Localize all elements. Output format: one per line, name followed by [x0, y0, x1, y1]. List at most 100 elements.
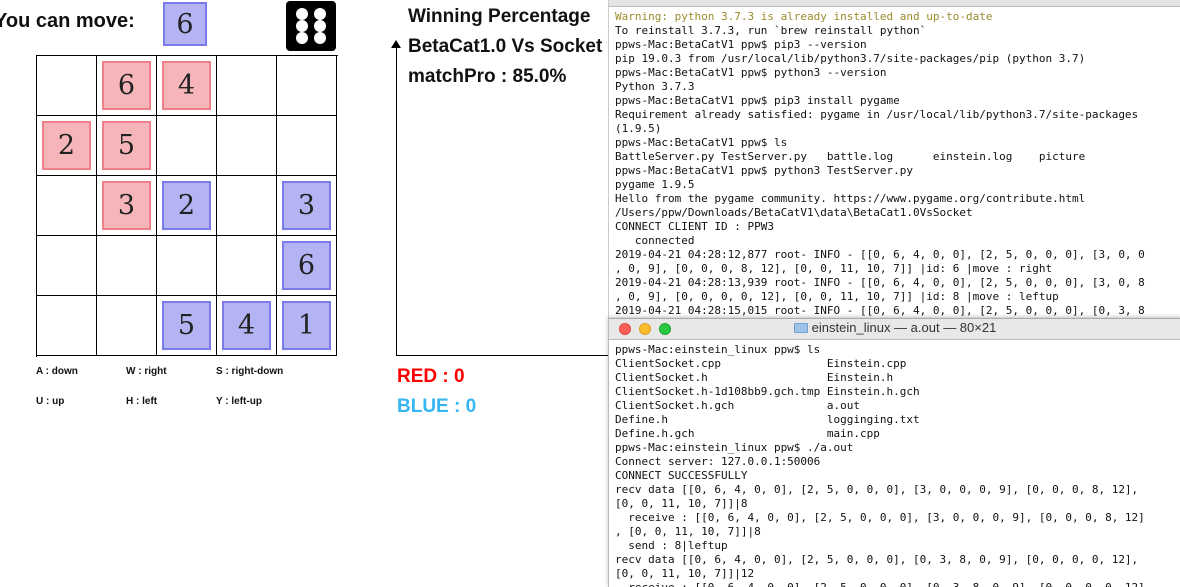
match-title: BetaCat1.0 Vs Socket	[408, 36, 603, 57]
blue-piece[interactable]: 1	[282, 301, 331, 350]
red-piece[interactable]: 6	[102, 61, 151, 110]
board-cell[interactable]	[217, 176, 277, 236]
board-cell[interactable]	[97, 296, 157, 356]
terminal-line: ClientSocket.h.gch a.out	[615, 399, 861, 412]
key-left: H : left	[126, 396, 158, 407]
board-cell[interactable]	[277, 116, 337, 176]
board-cell[interactable]: 2	[37, 116, 97, 176]
board-cell[interactable]	[217, 56, 277, 116]
blue-piece[interactable]: 5	[162, 301, 211, 350]
movable-piece[interactable]: 6	[163, 2, 207, 46]
window-title-text: einstein_linux — a.out — 80×21	[811, 320, 997, 335]
board-cell[interactable]: 5	[97, 116, 157, 176]
terminal-titlebar[interactable]	[609, 0, 1180, 7]
terminal-line: ppws-Mac:BetaCatV1 ppw$ python3 --versio…	[615, 66, 887, 79]
blue-piece[interactable]: 2	[162, 181, 211, 230]
terminal-line: Warning: python 3.7.3 is already install…	[615, 10, 993, 23]
terminal-line: receive : [[0, 6, 4, 0, 0], [2, 5, 0, 0,…	[615, 581, 1175, 587]
terminal-window-client[interactable]: einstein_linux — a.out — 80×21 ppws-Mac:…	[608, 318, 1180, 587]
terminal-line: CONNECT SUCCESSFULLY	[615, 469, 748, 482]
board-cell[interactable]	[97, 236, 157, 296]
terminal-line: recv data [[0, 6, 4, 0, 0], [2, 5, 0, 0,…	[615, 483, 1139, 496]
terminal-line: recv data [[0, 6, 4, 0, 0], [2, 5, 0, 0,…	[615, 553, 1139, 566]
game-board[interactable]: 64253236541	[36, 55, 338, 357]
board-cell[interactable]	[37, 296, 97, 356]
terminal-line: Connect server: 127.0.0.1:50006	[615, 455, 821, 468]
terminal-line: Define.h.gch main.cpp	[615, 427, 880, 440]
red-piece[interactable]: 3	[102, 181, 151, 230]
red-piece[interactable]: 4	[162, 61, 211, 110]
terminal-line: ClientSocket.cpp Einstein.cpp	[615, 357, 907, 370]
you-can-move-label: You can move:	[0, 10, 135, 32]
terminal-line: CONNECT CLIENT ID : PPW3	[615, 220, 774, 233]
match-pro: matchPro : 85.0%	[408, 66, 567, 87]
terminal-line: ClientSocket.h Einstein.h	[615, 371, 894, 384]
folder-icon	[793, 323, 808, 333]
red-piece[interactable]: 2	[42, 121, 91, 170]
x-axis	[396, 355, 608, 356]
terminal-line: BattleServer.py TestServer.py battle.log…	[615, 150, 1086, 163]
winning-percentage-title: Winning Percentage	[408, 6, 591, 27]
terminal-line: Requirement already satisfied: pygame in…	[615, 108, 1139, 121]
key-up: U : up	[36, 396, 65, 407]
key-right: W : right	[126, 366, 167, 377]
blue-piece[interactable]: 4	[222, 301, 271, 350]
board-cell[interactable]: 4	[217, 296, 277, 356]
terminal-line: Define.h logginging.txt	[615, 413, 920, 426]
terminal-line: To reinstall 3.7.3, run `brew reinstall …	[615, 24, 927, 37]
terminal-line: [0, 0, 11, 10, 7]]|12	[615, 567, 755, 580]
blue-score: BLUE : 0	[397, 396, 477, 417]
terminal-line: Python 3.7.3	[615, 80, 695, 93]
board-cell[interactable]	[277, 56, 337, 116]
terminal-line: , [0, 0, 11, 10, 7]]|8	[615, 525, 761, 538]
key-right-down: S : right-down	[216, 366, 284, 377]
red-piece[interactable]: 5	[102, 121, 151, 170]
terminal-line: 2019-04-21 04:28:15,015 root- INFO - [[0…	[615, 304, 1145, 317]
terminal-line: pip 19.0.3 from /usr/local/lib/python3.7…	[615, 52, 1086, 65]
terminal-line: /Users/ppw/Downloads/BetaCatV1\data\Beta…	[615, 206, 973, 219]
window-title: einstein_linux — a.out — 80×21	[609, 321, 1180, 335]
y-axis	[396, 42, 397, 355]
board-cell[interactable]	[217, 236, 277, 296]
board-cell[interactable]: 6	[97, 56, 157, 116]
terminal-line: connected	[615, 234, 695, 247]
red-score: RED : 0	[397, 366, 465, 387]
terminal-line: ppws-Mac:BetaCatV1 ppw$ pip3 install pyg…	[615, 94, 900, 107]
board-cell[interactable]: 2	[157, 176, 217, 236]
dice-six-icon[interactable]	[286, 1, 336, 51]
terminal-line: ppws-Mac:einstein_linux ppw$ ./a.out	[615, 441, 854, 454]
terminal-line: pygame 1.9.5	[615, 178, 695, 191]
board-cell[interactable]	[157, 116, 217, 176]
key-left-up: Y : left-up	[216, 396, 262, 407]
board-cell[interactable]	[37, 56, 97, 116]
terminal-line: , 0, 9], [0, 0, 0, 0, 12], [0, 0, 11, 10…	[615, 290, 1059, 303]
blue-piece[interactable]: 6	[282, 241, 331, 290]
terminal-titlebar[interactable]: einstein_linux — a.out — 80×21	[609, 319, 1180, 340]
terminal-line: ClientSocket.h-1d108bb9.gch.tmp Einstein…	[615, 385, 920, 398]
terminal-line: send : 8|leftup	[615, 539, 728, 552]
board-cell[interactable]	[37, 176, 97, 236]
board-cell[interactable]: 1	[277, 296, 337, 356]
board-cell[interactable]: 3	[97, 176, 157, 236]
terminal-line: , 0, 9], [0, 0, 0, 8, 12], [0, 0, 11, 10…	[615, 262, 1053, 275]
terminal-output: ppws-Mac:einstein_linux ppw$ ls ClientSoc…	[609, 340, 1180, 587]
board-cell[interactable]	[157, 236, 217, 296]
board-cell[interactable]	[37, 236, 97, 296]
board-cell[interactable]	[217, 116, 277, 176]
game-panel: You can move: 6 64253236541 A : down W :…	[0, 0, 395, 586]
terminal-line: 2019-04-21 04:28:12,877 root- INFO - [[0…	[615, 248, 1145, 261]
blue-piece[interactable]: 3	[282, 181, 331, 230]
terminal-line: receive : [[0, 6, 4, 0, 0], [2, 5, 0, 0,…	[615, 511, 1145, 524]
terminal-line: Hello from the pygame community. https:/…	[615, 192, 1086, 205]
terminal-window-server[interactable]: Warning: python 3.7.3 is already install…	[608, 0, 1180, 318]
terminal-line: ppws-Mac:einstein_linux ppw$ ls	[615, 343, 821, 356]
board-cell[interactable]: 5	[157, 296, 217, 356]
terminal-line: [0, 0, 11, 10, 7]]|8	[615, 497, 748, 510]
terminal-line: ppws-Mac:BetaCatV1 ppw$ python3 TestServ…	[615, 164, 914, 177]
board-cell[interactable]: 4	[157, 56, 217, 116]
board-cell[interactable]: 3	[277, 176, 337, 236]
board-cell[interactable]: 6	[277, 236, 337, 296]
terminal-line: ppws-Mac:BetaCatV1 ppw$ pip3 --version	[615, 38, 867, 51]
terminal-line: ppws-Mac:BetaCatV1 ppw$ ls	[615, 136, 788, 149]
stats-panel: Winning Percentage BetaCat1.0 Vs Socket …	[391, 0, 608, 586]
